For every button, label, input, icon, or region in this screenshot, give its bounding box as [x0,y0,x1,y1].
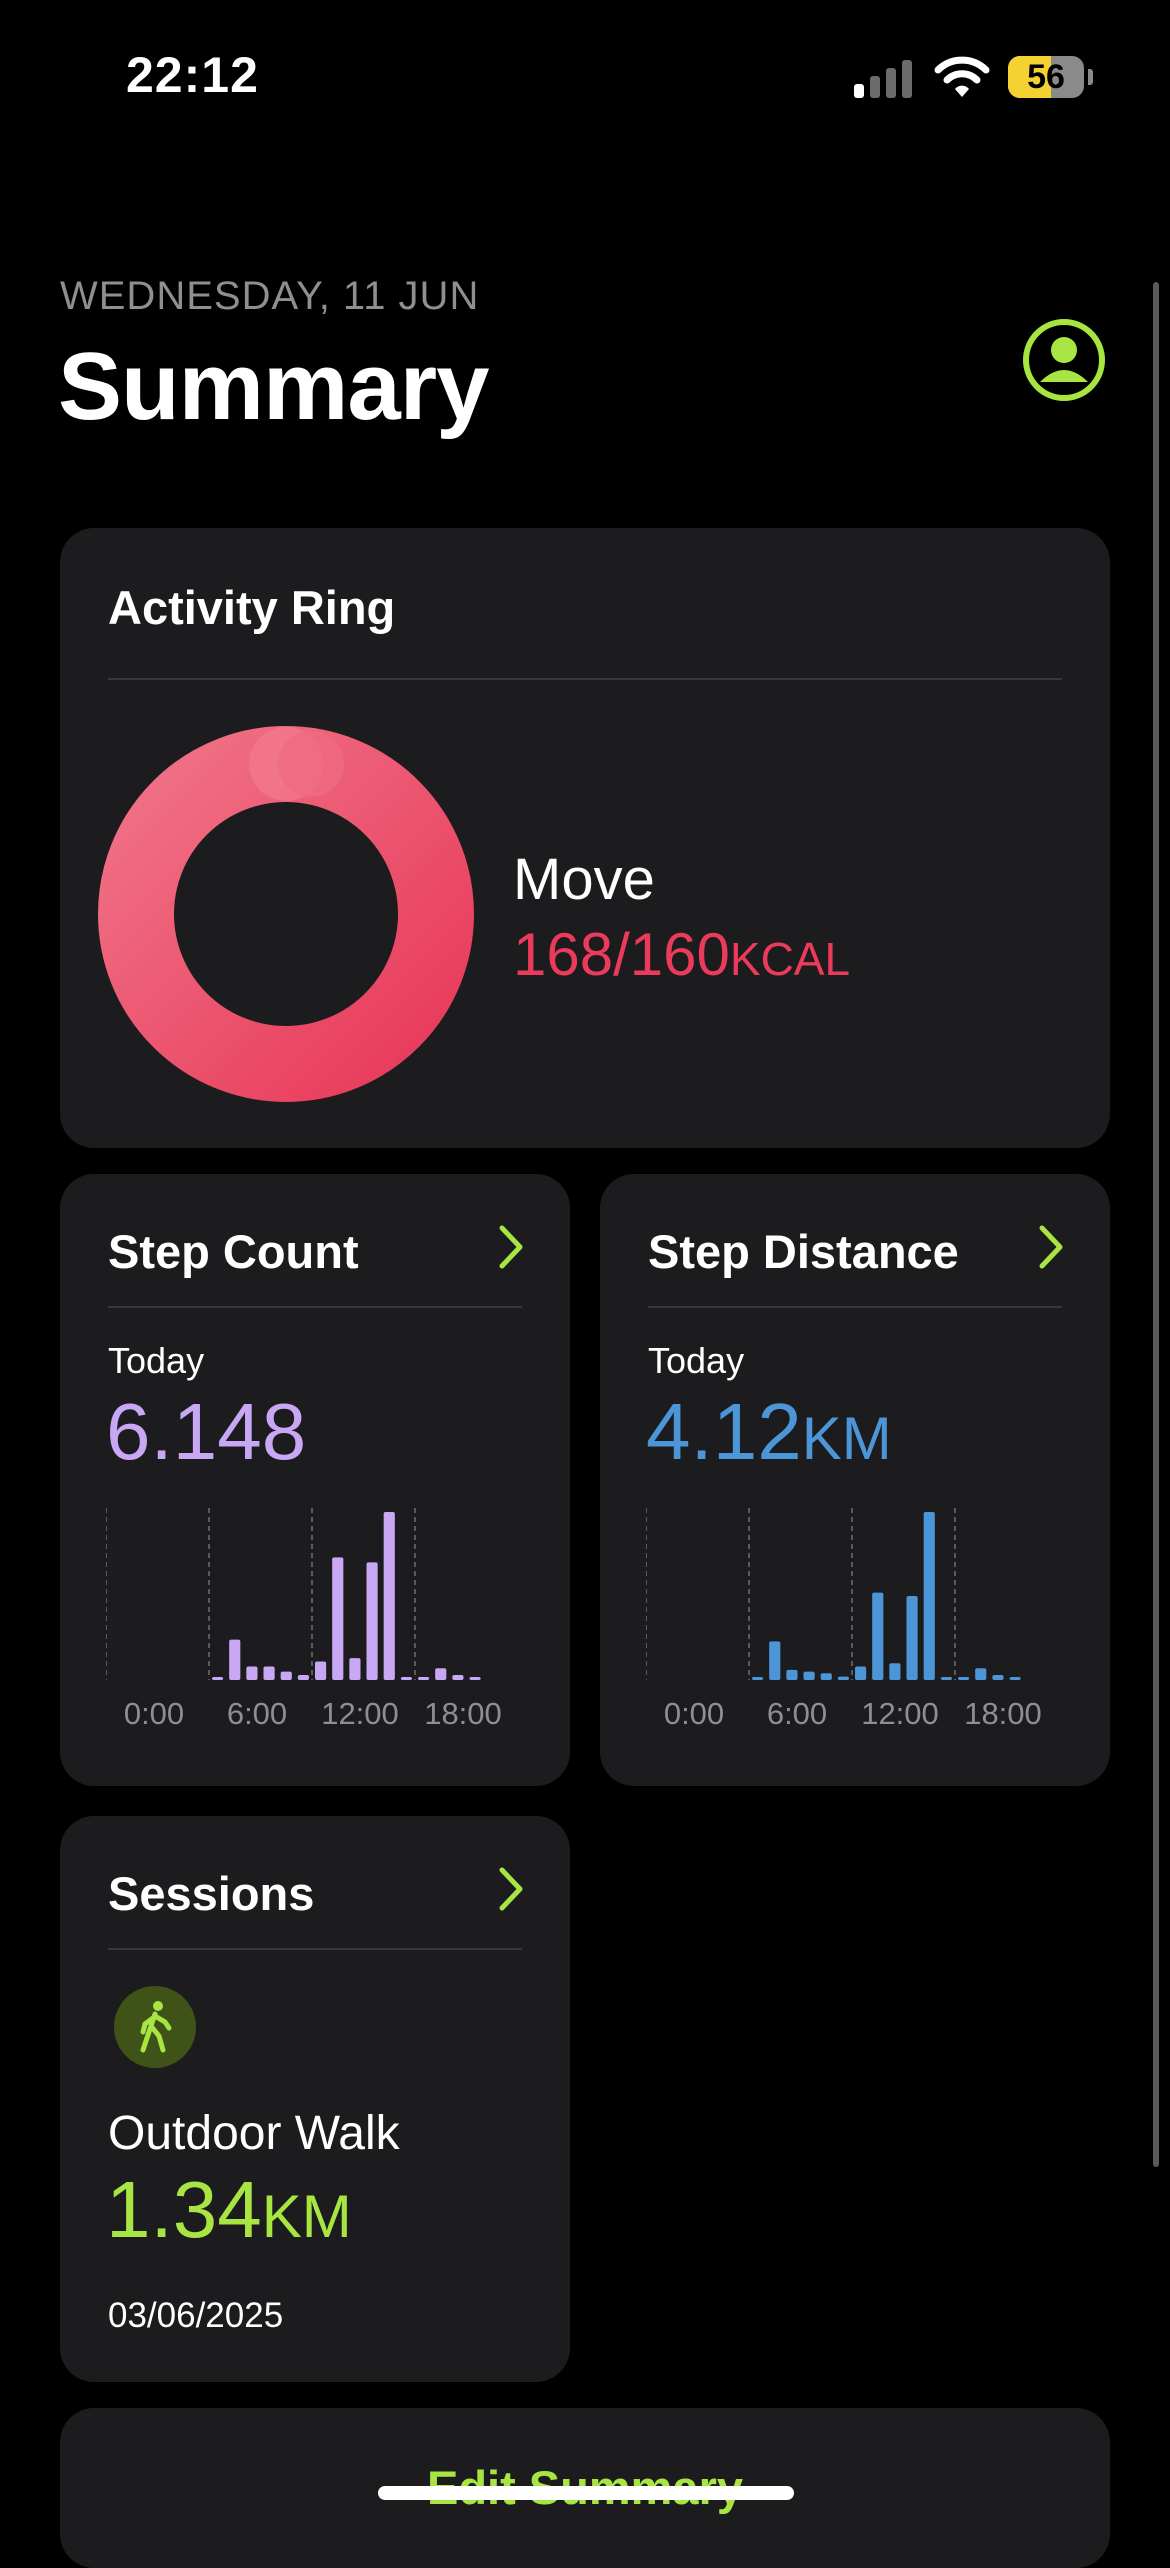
battery-icon: 56 [1008,56,1084,98]
chevron-right-icon[interactable] [1034,1222,1068,1272]
step-count-tick-label: 0:00 [124,1696,184,1731]
step-count-bar [418,1677,430,1680]
step-count-tick-label: 6:00 [227,1696,287,1731]
card-divider [108,1948,522,1950]
activity-ring-card[interactable]: Activity Ring Move 168/160KCAL [60,528,1110,1148]
step-count-tick-label: 12:00 [321,1696,399,1731]
step-count-card[interactable]: Step Count Today 6.148 0:00 6:00 12:00 18:0… [60,1174,570,1786]
step-distance-bar [940,1677,952,1680]
sessions-card[interactable]: Sessions Outdoor Walk 1.34KM 03/06/2025 [60,1816,570,2382]
scrollbar[interactable] [1153,282,1159,2167]
step-distance-bar [889,1663,901,1680]
sessions-title: Sessions [108,1867,315,1920]
step-distance-bar [1009,1677,1021,1680]
step-distance-card[interactable]: Step Distance Today 4.12KM 0:00 6:00 12:00… [600,1174,1110,1786]
step-count-bar [469,1677,481,1680]
step-count-bar [229,1639,241,1680]
step-count-bar [400,1677,412,1680]
step-count-bar [435,1668,447,1680]
step-distance-unit: KM [801,1405,892,1472]
step-distance-bar [820,1673,832,1680]
workout-distance-number: 1.34 [106,2165,262,2254]
step-count-bar [315,1661,327,1680]
step-count-bar [246,1666,258,1680]
step-count-bar [349,1658,361,1680]
step-count-tick-label: 18:00 [424,1696,502,1731]
step-count-bar [212,1677,224,1680]
step-count-chart: 0:00 6:00 12:00 18:00 [106,1508,502,1731]
step-distance-chart: 0:00 6:00 12:00 18:00 [646,1508,1042,1731]
move-value: 168/160KCAL [513,920,850,989]
date-label: WEDNESDAY, 11 JUN [60,274,480,318]
step-count-bar [280,1671,292,1680]
step-count-bar [452,1674,464,1680]
step-count-title: Step Count [108,1225,359,1278]
step-count-bar [297,1674,309,1680]
step-count-bar [366,1562,378,1680]
step-count-bar [332,1557,344,1680]
chevron-right-icon[interactable] [494,1222,528,1272]
move-value-number: 168/160 [513,921,730,988]
home-indicator[interactable] [378,2486,794,2500]
workout-name: Outdoor Walk [108,2107,400,2160]
step-count-bar [263,1666,275,1680]
wifi-icon [934,56,990,97]
step-count-value: 6.148 [106,1386,306,1478]
activity-ring-title: Activity Ring [108,581,396,634]
card-divider [108,1306,522,1308]
step-distance-bar [769,1641,781,1680]
step-distance-bar [975,1668,987,1680]
step-distance-bar [992,1674,1004,1680]
status-time: 22:12 [126,47,259,103]
cellular-signal-icon [854,58,914,98]
move-ring [98,726,474,1102]
period-label: Today [108,1340,205,1381]
step-distance-title: Step Distance [648,1225,959,1278]
step-distance-bar [855,1666,867,1680]
battery-level: 56 [1027,58,1065,96]
move-value-unit: KCAL [729,933,851,985]
figure-walk-icon [114,1986,196,2068]
step-distance-bar [958,1677,970,1680]
step-distance-tick-label: 0:00 [664,1696,724,1731]
card-divider [648,1306,1062,1308]
step-distance-bar [837,1676,849,1680]
step-distance-bar [872,1592,884,1680]
move-label: Move [513,847,655,912]
step-count-number: 6.148 [106,1387,307,1476]
period-label: Today [648,1340,745,1381]
step-distance-bar [752,1677,764,1680]
battery-tip [1088,69,1093,85]
step-distance-bar [786,1669,798,1680]
workout-distance: 1.34KM [106,2164,352,2256]
step-count-bar [383,1512,395,1680]
workout-date: 03/06/2025 [108,2296,284,2335]
step-distance-tick-label: 18:00 [964,1696,1042,1731]
step-distance-bar [906,1596,918,1680]
page-title: Summary [58,333,490,440]
step-distance-bar [803,1671,815,1680]
step-distance-tick-label: 12:00 [861,1696,939,1731]
person-circle-icon[interactable] [1020,316,1108,404]
card-divider [108,678,1062,680]
step-distance-bar [923,1512,935,1680]
status-bar: 22:12 56 [0,0,1170,150]
chevron-right-icon[interactable] [494,1864,528,1914]
step-distance-tick-label: 6:00 [767,1696,827,1731]
step-distance-number: 4.12 [646,1387,802,1476]
workout-distance-unit: KM [261,2183,352,2250]
step-distance-value: 4.12KM [646,1386,892,1478]
